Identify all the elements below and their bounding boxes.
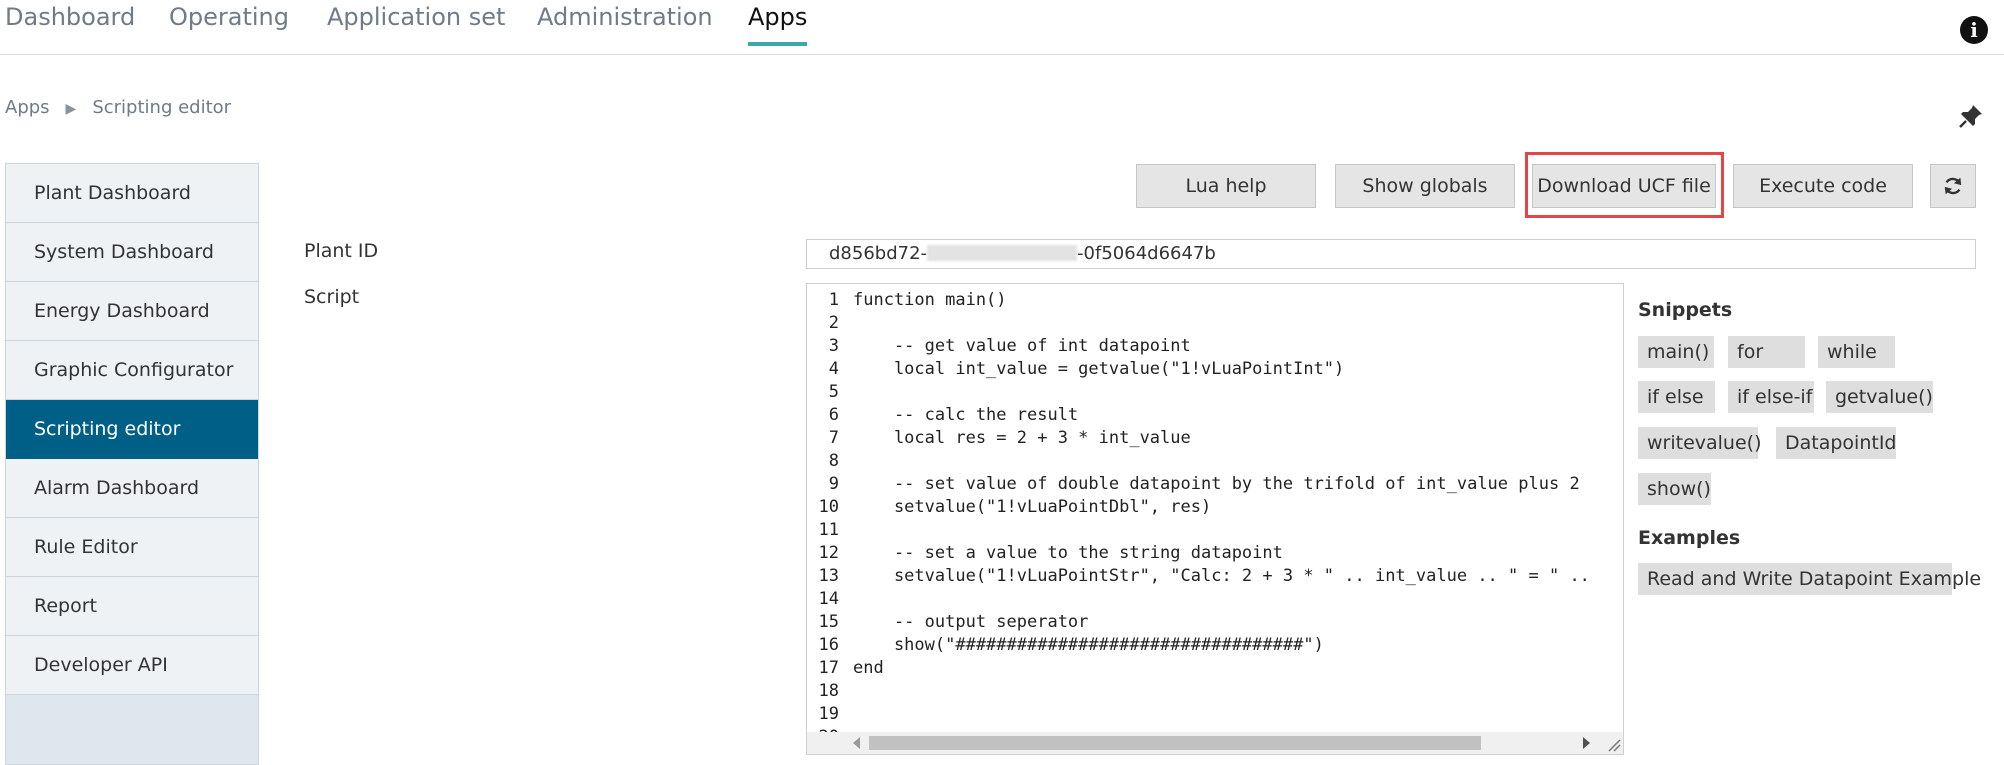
sidebar: Plant Dashboard System Dashboard Energy …	[5, 163, 259, 765]
sidebar-item-report[interactable]: Report	[6, 577, 258, 636]
plant-id-label: Plant ID	[304, 240, 379, 262]
nav-tab-administration[interactable]: Administration	[537, 0, 713, 54]
snippet-show[interactable]: show()	[1638, 473, 1711, 505]
refresh-button[interactable]	[1930, 164, 1976, 208]
download-ucf-highlight	[1525, 152, 1724, 218]
scroll-right-icon[interactable]	[1583, 737, 1590, 749]
examples-title: Examples	[1638, 527, 1741, 549]
nav-tab-operating[interactable]: Operating	[169, 0, 289, 54]
line-number: 14	[818, 589, 839, 609]
lua-help-button[interactable]: Lua help	[1136, 164, 1316, 208]
line-number: 5	[828, 382, 839, 402]
snippet-datapointid[interactable]: DatapointId	[1776, 427, 1897, 459]
nav-tab-dashboard[interactable]: Dashboard	[5, 0, 135, 54]
sidebar-item-rule-editor[interactable]: Rule Editor	[6, 518, 258, 577]
line-number: 11	[818, 520, 839, 540]
sidebar-item-graphic-configurator[interactable]: Graphic Configurator	[6, 341, 258, 400]
line-number: 13	[818, 566, 839, 586]
breadcrumb-current: Scripting editor	[92, 97, 232, 118]
scroll-left-icon[interactable]	[853, 737, 860, 749]
line-number: 18	[818, 681, 839, 701]
plant-id-prefix: d856bd72-	[829, 243, 928, 264]
sidebar-item-energy-dashboard[interactable]: Energy Dashboard	[6, 282, 258, 341]
script-editor[interactable]: 1234567891011121314151617181920 function…	[806, 283, 1624, 755]
info-icon[interactable]: i	[1960, 16, 1988, 44]
line-number: 10	[818, 497, 839, 517]
example-read-write-datapoint[interactable]: Read and Write Datapoint Example	[1638, 563, 1981, 595]
breadcrumb-separator-icon: ▶	[65, 101, 77, 117]
breadcrumb-apps[interactable]: Apps	[5, 97, 50, 118]
sidebar-item-system-dashboard[interactable]: System Dashboard	[6, 223, 258, 282]
line-number: 17	[818, 658, 839, 678]
line-number-gutter: 1234567891011121314151617181920	[807, 289, 839, 749]
snippet-while[interactable]: while	[1818, 336, 1895, 368]
sidebar-item-developer-api[interactable]: Developer API	[6, 636, 258, 695]
plant-id-suffix: -0f5064d6647b	[1077, 243, 1216, 264]
script-code[interactable]: function main() -- get value of int data…	[853, 289, 1590, 726]
snippet-main[interactable]: main()	[1638, 336, 1714, 368]
breadcrumb: Apps ▶ Scripting editor	[5, 97, 231, 118]
line-number: 1	[828, 290, 839, 310]
top-nav: Dashboard Operating Application set Admi…	[0, 0, 2004, 55]
refresh-icon	[1944, 177, 1962, 195]
snippet-if-else-if[interactable]: if else-if	[1728, 381, 1814, 413]
sidebar-item-scripting-editor[interactable]: Scripting editor	[6, 400, 258, 459]
plant-id-field[interactable]: d856bd72- -0f5064d6647b	[806, 239, 1976, 269]
line-number: 8	[828, 451, 839, 471]
sidebar-item-alarm-dashboard[interactable]: Alarm Dashboard	[6, 459, 258, 518]
nav-tab-apps[interactable]: Apps	[748, 0, 808, 54]
snippet-getvalue[interactable]: getvalue()	[1826, 381, 1933, 413]
scrollbar-thumb[interactable]	[869, 736, 1481, 750]
line-number: 16	[818, 635, 839, 655]
execute-code-button[interactable]: Execute code	[1733, 164, 1913, 208]
resize-handle-icon[interactable]	[1607, 738, 1621, 752]
line-number: 6	[828, 405, 839, 425]
line-number: 3	[828, 336, 839, 356]
pin-icon[interactable]	[1958, 103, 1984, 129]
snippet-writevalue[interactable]: writevalue()	[1638, 427, 1762, 459]
nav-tab-application-set[interactable]: Application set	[327, 0, 505, 54]
line-number: 4	[828, 359, 839, 379]
horizontal-scrollbar[interactable]	[807, 732, 1623, 754]
sidebar-item-plant-dashboard[interactable]: Plant Dashboard	[6, 164, 258, 223]
snippet-if-else[interactable]: if else	[1638, 381, 1715, 413]
line-number: 2	[828, 313, 839, 333]
line-number: 19	[818, 704, 839, 724]
line-number: 12	[818, 543, 839, 563]
line-number: 9	[828, 474, 839, 494]
show-globals-button[interactable]: Show globals	[1335, 164, 1515, 208]
script-label: Script	[304, 286, 360, 308]
line-number: 7	[828, 428, 839, 448]
plant-id-redacted	[927, 244, 1078, 261]
line-number: 15	[818, 612, 839, 632]
snippets-title: Snippets	[1638, 299, 1733, 321]
snippet-for[interactable]: for	[1728, 336, 1805, 368]
